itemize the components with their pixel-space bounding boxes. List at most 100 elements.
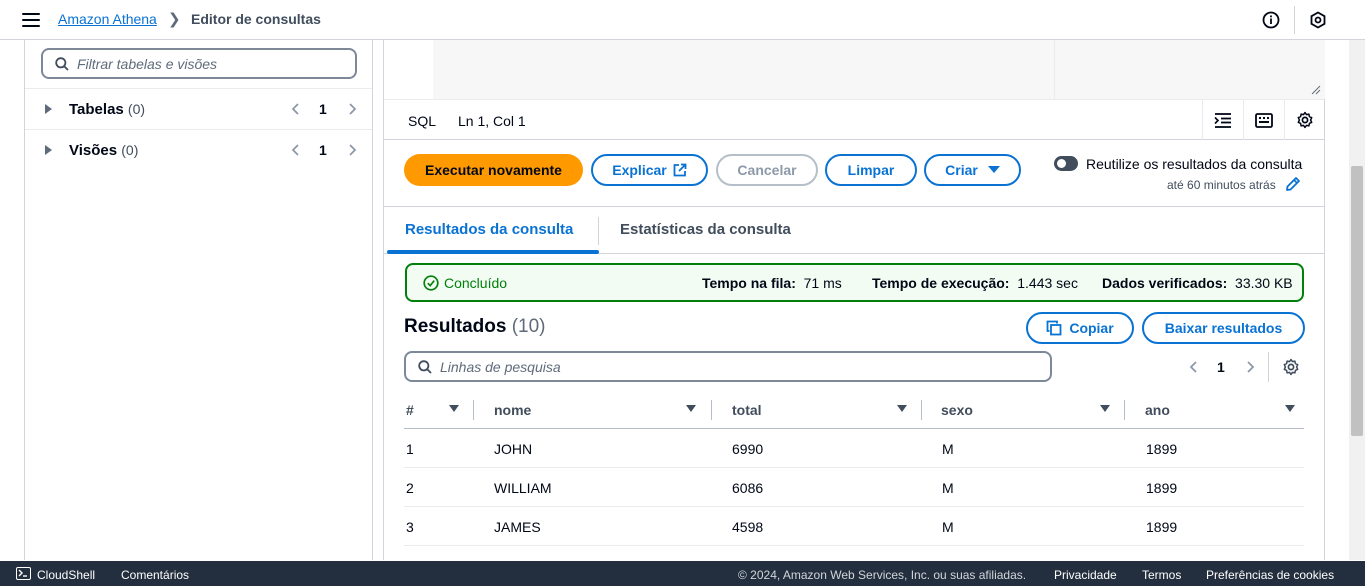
cell-total: 6086 bbox=[732, 480, 764, 496]
status-text: Concluído bbox=[444, 275, 508, 291]
column-resizer[interactable] bbox=[1124, 400, 1125, 420]
queue-time-value: 71 ms bbox=[803, 275, 842, 291]
download-results-button[interactable]: Baixar resultados bbox=[1142, 312, 1305, 344]
chevron-right-icon[interactable] bbox=[345, 102, 359, 116]
column-header-nome[interactable]: nome bbox=[494, 402, 531, 418]
data-scanned-value: 33.30 KB bbox=[1235, 275, 1293, 291]
clear-button[interactable]: Limpar bbox=[825, 154, 917, 186]
caret-right-icon[interactable] bbox=[45, 104, 52, 114]
reuse-results-toggle[interactable] bbox=[1054, 156, 1078, 171]
data-scanned-label: Dados verificados: bbox=[1102, 275, 1228, 291]
chevron-right-icon[interactable] bbox=[345, 143, 359, 157]
sort-caret-icon[interactable] bbox=[686, 405, 696, 412]
tree-item-views[interactable]: Visões (0) 1 bbox=[25, 129, 372, 170]
explain-label: Explicar bbox=[612, 162, 667, 178]
column-header-ano[interactable]: ano bbox=[1145, 402, 1170, 418]
tab-query-stats[interactable]: Estatísticas da consulta bbox=[620, 221, 791, 238]
page-scrollbar-thumb[interactable] bbox=[1351, 166, 1363, 436]
results-page-number[interactable]: 1 bbox=[1217, 359, 1225, 375]
info-icon[interactable] bbox=[1262, 11, 1280, 29]
keyboard-icon bbox=[1255, 112, 1273, 128]
execution-time: Tempo de execução: 1.443 sec bbox=[872, 275, 1078, 291]
resize-handle-icon[interactable] bbox=[1311, 85, 1321, 95]
search-icon bbox=[418, 359, 432, 374]
results-tabs: Resultados da consulta Estatísticas da c… bbox=[384, 207, 1324, 254]
query-actions: Executar novamente Explicar Cancelar Lim… bbox=[384, 140, 1324, 207]
keyboard-shortcuts-button[interactable] bbox=[1243, 100, 1284, 140]
format-query-button[interactable] bbox=[1202, 100, 1243, 140]
copy-icon bbox=[1046, 320, 1062, 336]
feedback-link[interactable]: Comentários bbox=[121, 568, 189, 582]
views-count: (0) bbox=[121, 141, 139, 158]
sql-editor[interactable] bbox=[433, 40, 1325, 99]
tab-query-results[interactable]: Resultados da consulta bbox=[405, 221, 573, 238]
execution-time-value: 1.443 sec bbox=[1017, 275, 1078, 291]
search-rows-field[interactable] bbox=[404, 351, 1052, 382]
run-again-button[interactable]: Executar novamente bbox=[404, 154, 583, 186]
queue-time: Tempo na fila: 71 ms bbox=[702, 275, 842, 291]
terminal-prompt-icon bbox=[18, 569, 27, 577]
cell-ano: 1899 bbox=[1146, 441, 1178, 457]
gear-icon bbox=[1297, 111, 1313, 129]
editor-language: SQL bbox=[408, 113, 437, 129]
cell-ano: 1899 bbox=[1146, 480, 1178, 496]
terms-link[interactable]: Termos bbox=[1142, 568, 1181, 582]
data-sidebar: Tabelas (0) 1 Visões (0) 1 bbox=[24, 40, 373, 560]
completion-status-alert: Concluído Tempo na fila: 71 ms Tempo de … bbox=[405, 263, 1304, 302]
sort-caret-icon[interactable] bbox=[449, 405, 459, 412]
caret-right-icon[interactable] bbox=[45, 145, 52, 155]
cloudshell-icon[interactable] bbox=[16, 567, 31, 580]
editor-status-bar: SQL Ln 1, Col 1 bbox=[384, 99, 1324, 140]
sort-caret-icon[interactable] bbox=[1100, 405, 1110, 412]
gear-icon[interactable] bbox=[1282, 358, 1300, 376]
reuse-results-age: até 60 minutos atrás bbox=[1167, 178, 1276, 192]
divider bbox=[1268, 352, 1269, 382]
cell-ano: 1899 bbox=[1146, 519, 1178, 535]
cloudshell-link[interactable]: CloudShell bbox=[37, 568, 95, 582]
chevron-right-icon[interactable] bbox=[1243, 360, 1257, 374]
results-table-header: # nome total sexo ano bbox=[404, 390, 1304, 429]
chevron-left-icon[interactable] bbox=[289, 143, 303, 157]
tables-label: Tabelas bbox=[69, 100, 124, 118]
cookie-preferences-link[interactable]: Preferências de cookies bbox=[1206, 568, 1334, 582]
editor-gutter bbox=[384, 40, 433, 99]
search-rows-input[interactable] bbox=[440, 358, 1020, 375]
menu-icon[interactable] bbox=[22, 13, 40, 27]
editor-margin-line bbox=[1054, 40, 1055, 99]
cell-index: 3 bbox=[406, 519, 414, 535]
create-label: Criar bbox=[945, 162, 978, 178]
sort-caret-icon[interactable] bbox=[897, 405, 907, 412]
tab-divider bbox=[598, 217, 599, 245]
cell-total: 6990 bbox=[732, 441, 764, 457]
chevron-left-icon[interactable] bbox=[1187, 360, 1201, 374]
column-resizer[interactable] bbox=[711, 400, 712, 420]
editor-preferences-button[interactable] bbox=[1284, 100, 1325, 140]
column-header-index[interactable]: # bbox=[406, 402, 414, 418]
views-page-number[interactable]: 1 bbox=[319, 142, 327, 158]
tables-page-number[interactable]: 1 bbox=[319, 101, 327, 117]
tree-item-tables[interactable]: Tabelas (0) 1 bbox=[25, 88, 372, 129]
create-dropdown-button[interactable]: Criar bbox=[924, 154, 1021, 186]
breadcrumb-athena[interactable]: Amazon Athena bbox=[58, 11, 157, 27]
execution-time-label: Tempo de execução: bbox=[872, 275, 1010, 291]
results-heading: Resultados (10) bbox=[404, 316, 546, 338]
column-header-total[interactable]: total bbox=[732, 402, 762, 418]
column-header-sexo[interactable]: sexo bbox=[941, 402, 973, 418]
results-title: Resultados bbox=[404, 316, 507, 337]
explain-button[interactable]: Explicar bbox=[591, 154, 708, 186]
footer-bar: CloudShell Comentários © 2024, Amazon We… bbox=[0, 561, 1365, 586]
filter-tables-field[interactable] bbox=[41, 48, 357, 79]
settings-hexagon-icon[interactable] bbox=[1309, 11, 1327, 29]
privacy-link[interactable]: Privacidade bbox=[1054, 568, 1117, 582]
column-resizer[interactable] bbox=[921, 400, 922, 420]
cell-index: 1 bbox=[406, 441, 414, 457]
cell-nome: WILLIAM bbox=[494, 480, 552, 496]
reuse-results-label: Reutilize os resultados da consulta bbox=[1086, 156, 1303, 172]
indent-icon bbox=[1214, 113, 1231, 128]
copy-button[interactable]: Copiar bbox=[1026, 312, 1134, 344]
filter-tables-input[interactable] bbox=[77, 55, 337, 72]
chevron-left-icon[interactable] bbox=[289, 102, 303, 116]
edit-icon[interactable] bbox=[1285, 176, 1301, 192]
sort-caret-icon[interactable] bbox=[1285, 405, 1295, 412]
column-resizer[interactable] bbox=[473, 400, 474, 420]
